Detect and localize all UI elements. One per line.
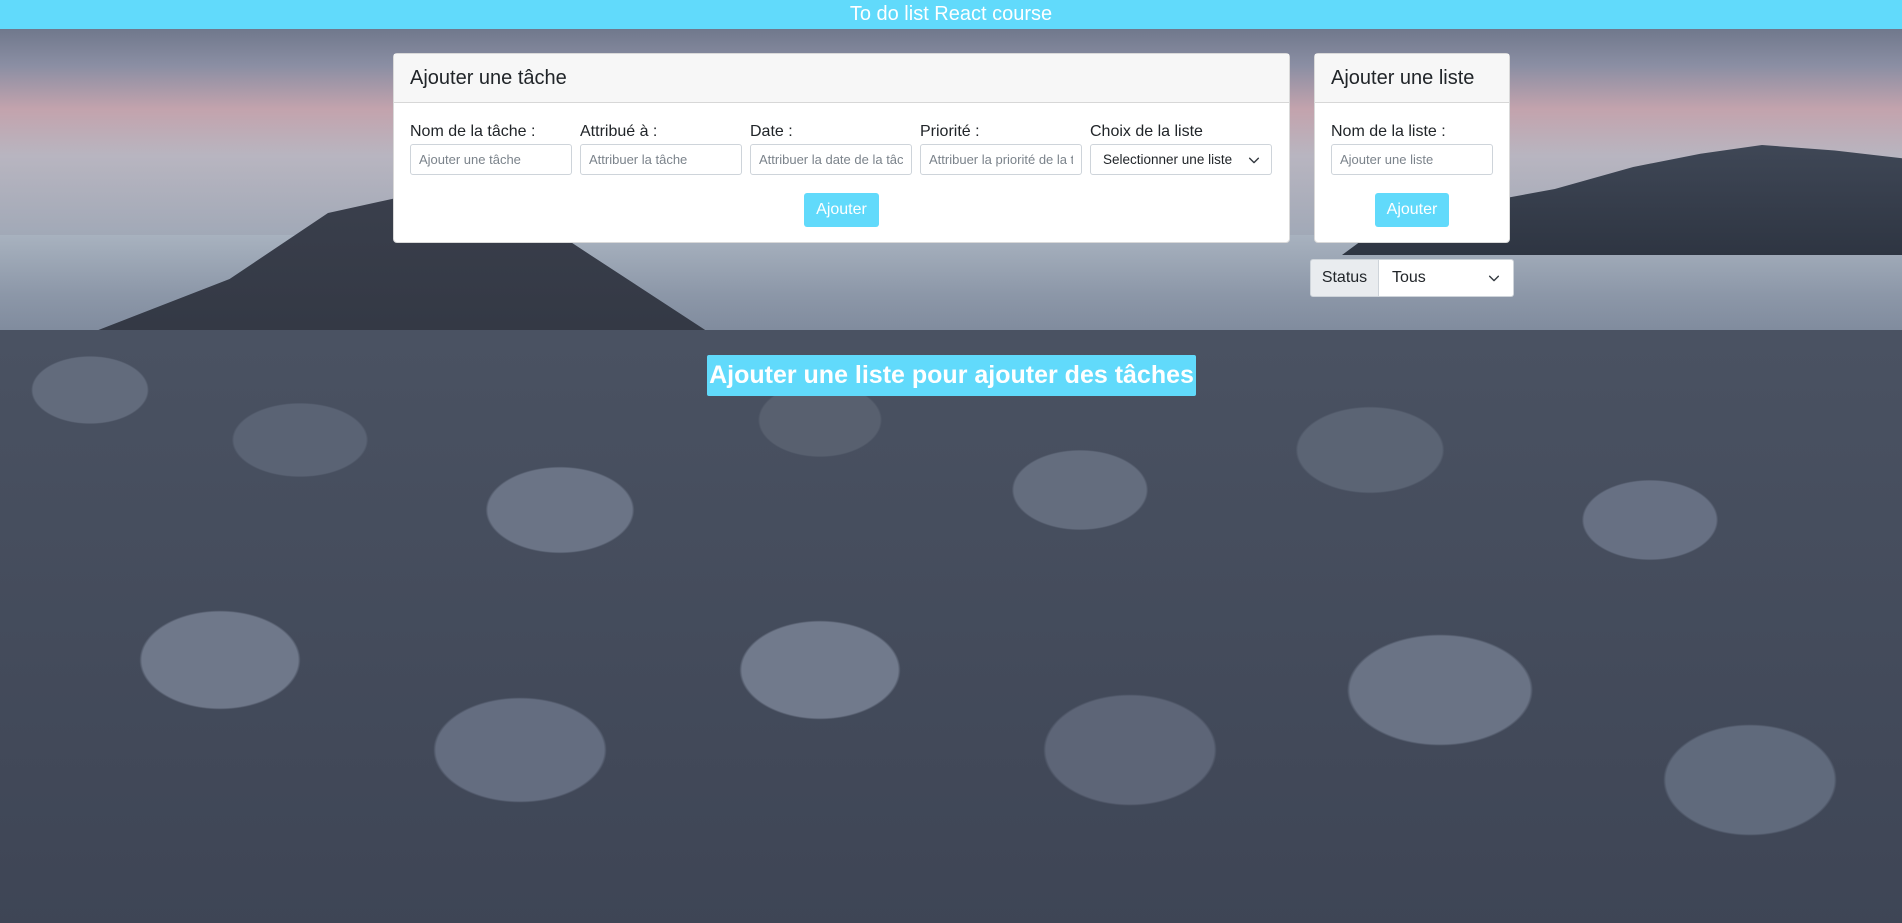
add-list-title: Ajouter une liste — [1315, 54, 1509, 103]
task-name-input[interactable] — [410, 144, 572, 175]
task-priority-label: Priorité : — [920, 123, 980, 140]
add-list-form: Nom de la liste : Ajouter — [1315, 103, 1509, 227]
add-task-title: Ajouter une tâche — [394, 54, 1289, 103]
add-list-card: Ajouter une liste Nom de la liste : Ajou… — [1314, 53, 1510, 243]
add-task-card: Ajouter une tâche Nom de la tâche : Attr… — [393, 53, 1290, 243]
task-assignee-input[interactable] — [580, 144, 742, 175]
status-select[interactable]: Tous — [1379, 259, 1514, 297]
task-date-label: Date : — [750, 123, 793, 140]
task-date-input[interactable] — [750, 144, 912, 175]
list-name-field: Nom de la liste : — [1331, 123, 1493, 175]
chevron-down-icon — [1248, 157, 1260, 163]
status-value: Tous — [1392, 269, 1426, 286]
task-name-label: Nom de la tâche : — [410, 123, 536, 140]
add-task-form: Nom de la tâche : Attribué à : Date : Pr… — [394, 103, 1289, 227]
task-assignee-label: Attribué à : — [580, 123, 658, 140]
app-header: To do list React course — [0, 0, 1902, 29]
chevron-down-icon — [1488, 275, 1500, 282]
add-list-button[interactable]: Ajouter — [1374, 193, 1450, 227]
list-choice-select[interactable]: Selectionner une liste — [1090, 144, 1272, 175]
task-date-field: Date : — [750, 123, 912, 175]
list-name-label: Nom de la liste : — [1331, 123, 1446, 140]
task-priority-input[interactable] — [920, 144, 1082, 175]
list-choice-field: Choix de la liste Selectionner une liste — [1090, 123, 1272, 175]
app-title: To do list React course — [849, 3, 1053, 25]
task-priority-field: Priorité : — [920, 123, 1082, 175]
status-label: Status — [1310, 259, 1379, 297]
list-choice-label: Choix de la liste — [1090, 123, 1203, 140]
status-filter: Status Tous — [1310, 259, 1514, 297]
list-name-input[interactable] — [1331, 144, 1493, 175]
add-task-button[interactable]: Ajouter — [804, 193, 879, 227]
task-name-field: Nom de la tâche : — [410, 123, 572, 175]
task-assignee-field: Attribué à : — [580, 123, 742, 175]
list-choice-value: Selectionner une liste — [1103, 152, 1233, 167]
empty-state-banner: Ajouter une liste pour ajouter des tâche… — [707, 355, 1196, 396]
background-basalt-columns — [0, 330, 1902, 923]
